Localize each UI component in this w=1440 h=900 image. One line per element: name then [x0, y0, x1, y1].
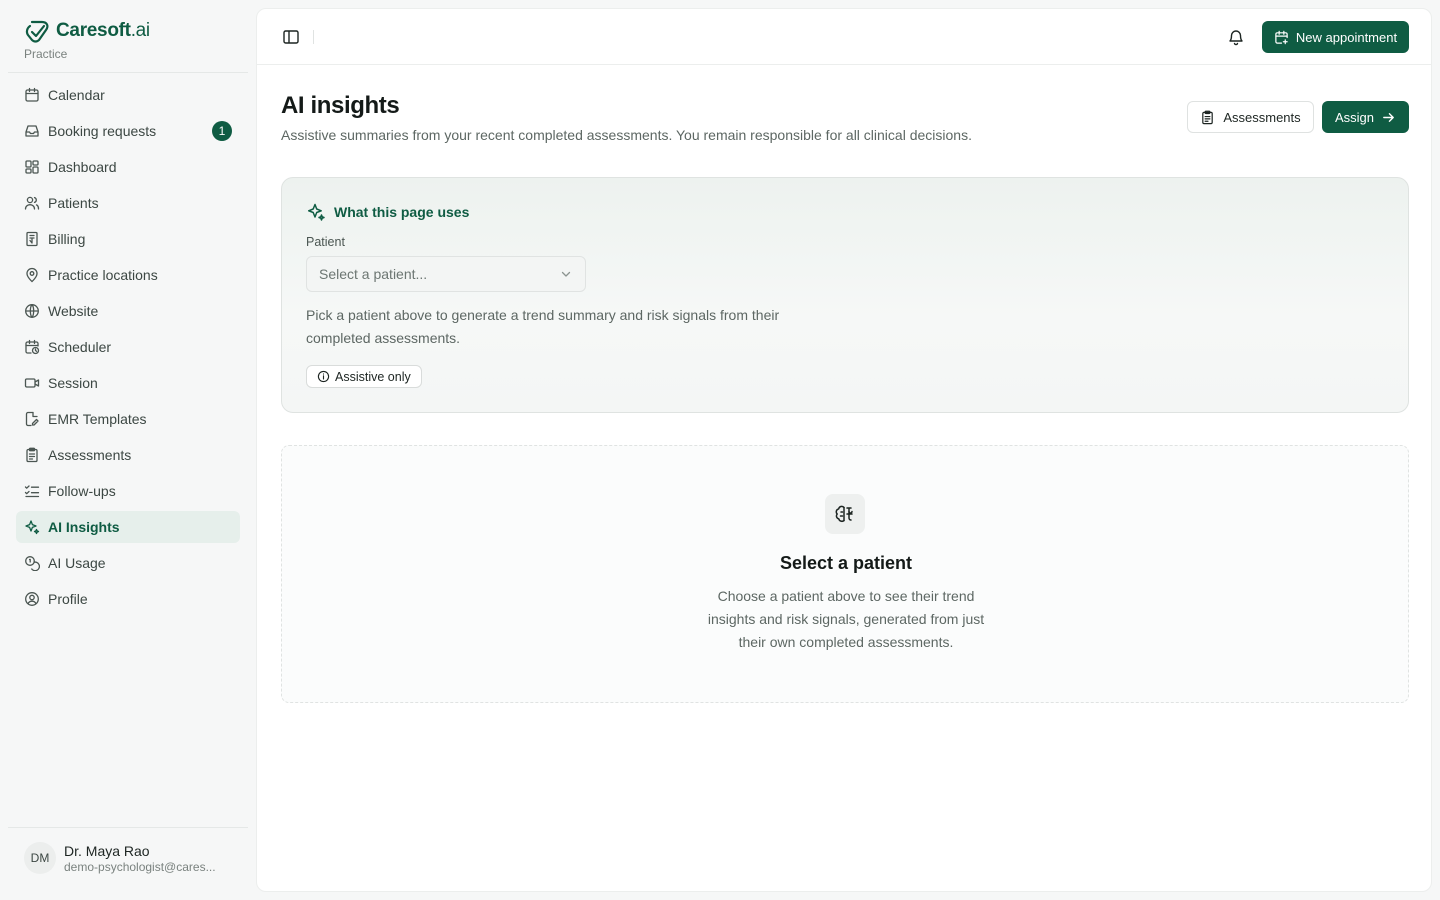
sidebar-item-follow-ups[interactable]: Follow-ups: [16, 475, 240, 507]
sidebar-nav: Calendar Booking requests 1 Dashboard Pa…: [16, 79, 240, 619]
sidebar-item-profile[interactable]: Profile: [16, 583, 240, 615]
sidebar-item-emr-templates[interactable]: EMR Templates: [16, 403, 240, 435]
sparkles-icon: [307, 203, 325, 221]
sidebar-item-label: EMR Templates: [48, 411, 147, 427]
sidebar-divider: [8, 827, 248, 828]
sidebar-item-label: AI Insights: [48, 519, 120, 535]
brain-icon: [835, 505, 853, 523]
sidebar-item-session[interactable]: Session: [16, 367, 240, 399]
patient-select-placeholder: Select a patient...: [319, 266, 428, 282]
empty-state-description: Choose a patient above to see their tren…: [707, 588, 985, 650]
clipboard-icon: [1202, 110, 1214, 124]
bell-icon[interactable]: [1227, 28, 1245, 46]
sidebar-item-billing[interactable]: Billing: [16, 223, 240, 255]
brand-subtitle: Practice: [24, 47, 68, 61]
user-name: Dr. Maya Rao: [64, 842, 150, 859]
sidebar-item-label: Practice locations: [48, 267, 158, 283]
brand[interactable]: Caresoft.ai Practice: [24, 18, 150, 61]
sidebar-item-website[interactable]: Website: [16, 295, 240, 327]
assessments-button[interactable]: Assessments: [1187, 101, 1314, 133]
file-pen-icon: [24, 411, 40, 427]
assessments-button-label: Assessments: [1223, 109, 1301, 125]
chevron-down-icon: [561, 271, 571, 277]
users-icon: [24, 195, 40, 211]
video-icon: [24, 375, 40, 391]
empty-state-title: Select a patient: [779, 553, 913, 573]
uses-card-heading: What this page uses: [306, 202, 469, 222]
empty-state-icon: [825, 494, 865, 534]
sidebar: Caresoft.ai Practice Calendar Booking re…: [0, 0, 256, 900]
page-uses-card: What this page uses Patient Select a pat…: [281, 177, 1409, 413]
sidebar-item-practice-locations[interactable]: Practice locations: [16, 259, 240, 291]
sidebar-item-label: Dashboard: [48, 159, 117, 175]
calendar-icon: [24, 87, 40, 103]
sidebar-item-label: Session: [48, 375, 98, 391]
inbox-icon: [24, 123, 40, 139]
dashboard-icon: [24, 159, 40, 175]
patient-field-label: Patient: [306, 235, 345, 249]
uses-card-description: Pick a patient above to generate a trend…: [306, 307, 780, 346]
sidebar-item-label: Booking requests: [48, 123, 157, 139]
clipboard-icon: [24, 447, 40, 463]
map-pin-icon: [24, 267, 40, 283]
sidebar-item-scheduler[interactable]: Scheduler: [16, 331, 240, 363]
main-panel: New appointment AI insights Assistive su…: [256, 8, 1432, 892]
calendar-clock-icon: [24, 339, 40, 355]
new-appointment-button[interactable]: New appointment: [1262, 21, 1409, 53]
sidebar-item-calendar[interactable]: Calendar: [16, 79, 240, 111]
booking-count-badge: 1: [212, 121, 232, 141]
sidebar-item-label: Patients: [48, 195, 99, 211]
sidebar-item-label: Website: [48, 303, 99, 319]
topbar-divider: [313, 30, 314, 44]
sidebar-item-ai-usage[interactable]: AI Usage: [16, 547, 240, 579]
sidebar-item-ai-insights[interactable]: AI Insights: [16, 511, 240, 543]
sidebar-item-label: Profile: [48, 591, 88, 607]
sidebar-item-label: Follow-ups: [48, 483, 116, 499]
avatar: DM: [24, 842, 56, 874]
caresoft-logo-icon: [25, 20, 49, 43]
list-checks-icon: [24, 483, 40, 499]
user-circle-icon: [24, 591, 40, 607]
sidebar-item-dashboard[interactable]: Dashboard: [16, 151, 240, 183]
empty-state: Select a patient Choose a patient above …: [281, 445, 1409, 703]
sidebar-item-label: Billing: [48, 231, 86, 247]
assign-button-label: Assign: [1334, 109, 1375, 125]
new-appointment-label: New appointment: [1295, 29, 1398, 45]
user-email: demo-psychologist@cares...: [64, 859, 216, 874]
arrow-right-icon: [1383, 112, 1394, 122]
page-title: AI insights: [281, 92, 400, 119]
sidebar-item-label: Calendar: [48, 87, 105, 103]
calendar-plus-icon: [1275, 30, 1288, 44]
patient-select[interactable]: Select a patient...: [306, 256, 586, 292]
sidebar-item-booking-requests[interactable]: Booking requests 1: [16, 115, 240, 147]
sidebar-divider: [8, 72, 248, 73]
brand-name: Caresoft.ai: [56, 20, 150, 41]
sidebar-toggle-icon[interactable]: [281, 27, 301, 47]
user-account[interactable]: DM Dr. Maya Rao demo-psychologist@cares.…: [24, 842, 216, 874]
sidebar-item-label: AI Usage: [48, 555, 106, 571]
globe-icon: [24, 303, 40, 319]
receipt-icon: [24, 231, 40, 247]
sidebar-item-assessments[interactable]: Assessments: [16, 439, 240, 471]
assign-button[interactable]: Assign: [1322, 101, 1409, 133]
info-icon: [317, 370, 330, 383]
sidebar-item-label: Assessments: [48, 447, 132, 463]
page-subtitle: Assistive summaries from your recent com…: [281, 127, 972, 143]
sidebar-item-patients[interactable]: Patients: [16, 187, 240, 219]
assistive-only-chip: Assistive only: [306, 365, 422, 388]
sidebar-item-label: Scheduler: [48, 339, 112, 355]
sparkles-icon: [24, 519, 40, 535]
coins-icon: [24, 555, 40, 571]
topbar: New appointment: [257, 9, 1431, 65]
